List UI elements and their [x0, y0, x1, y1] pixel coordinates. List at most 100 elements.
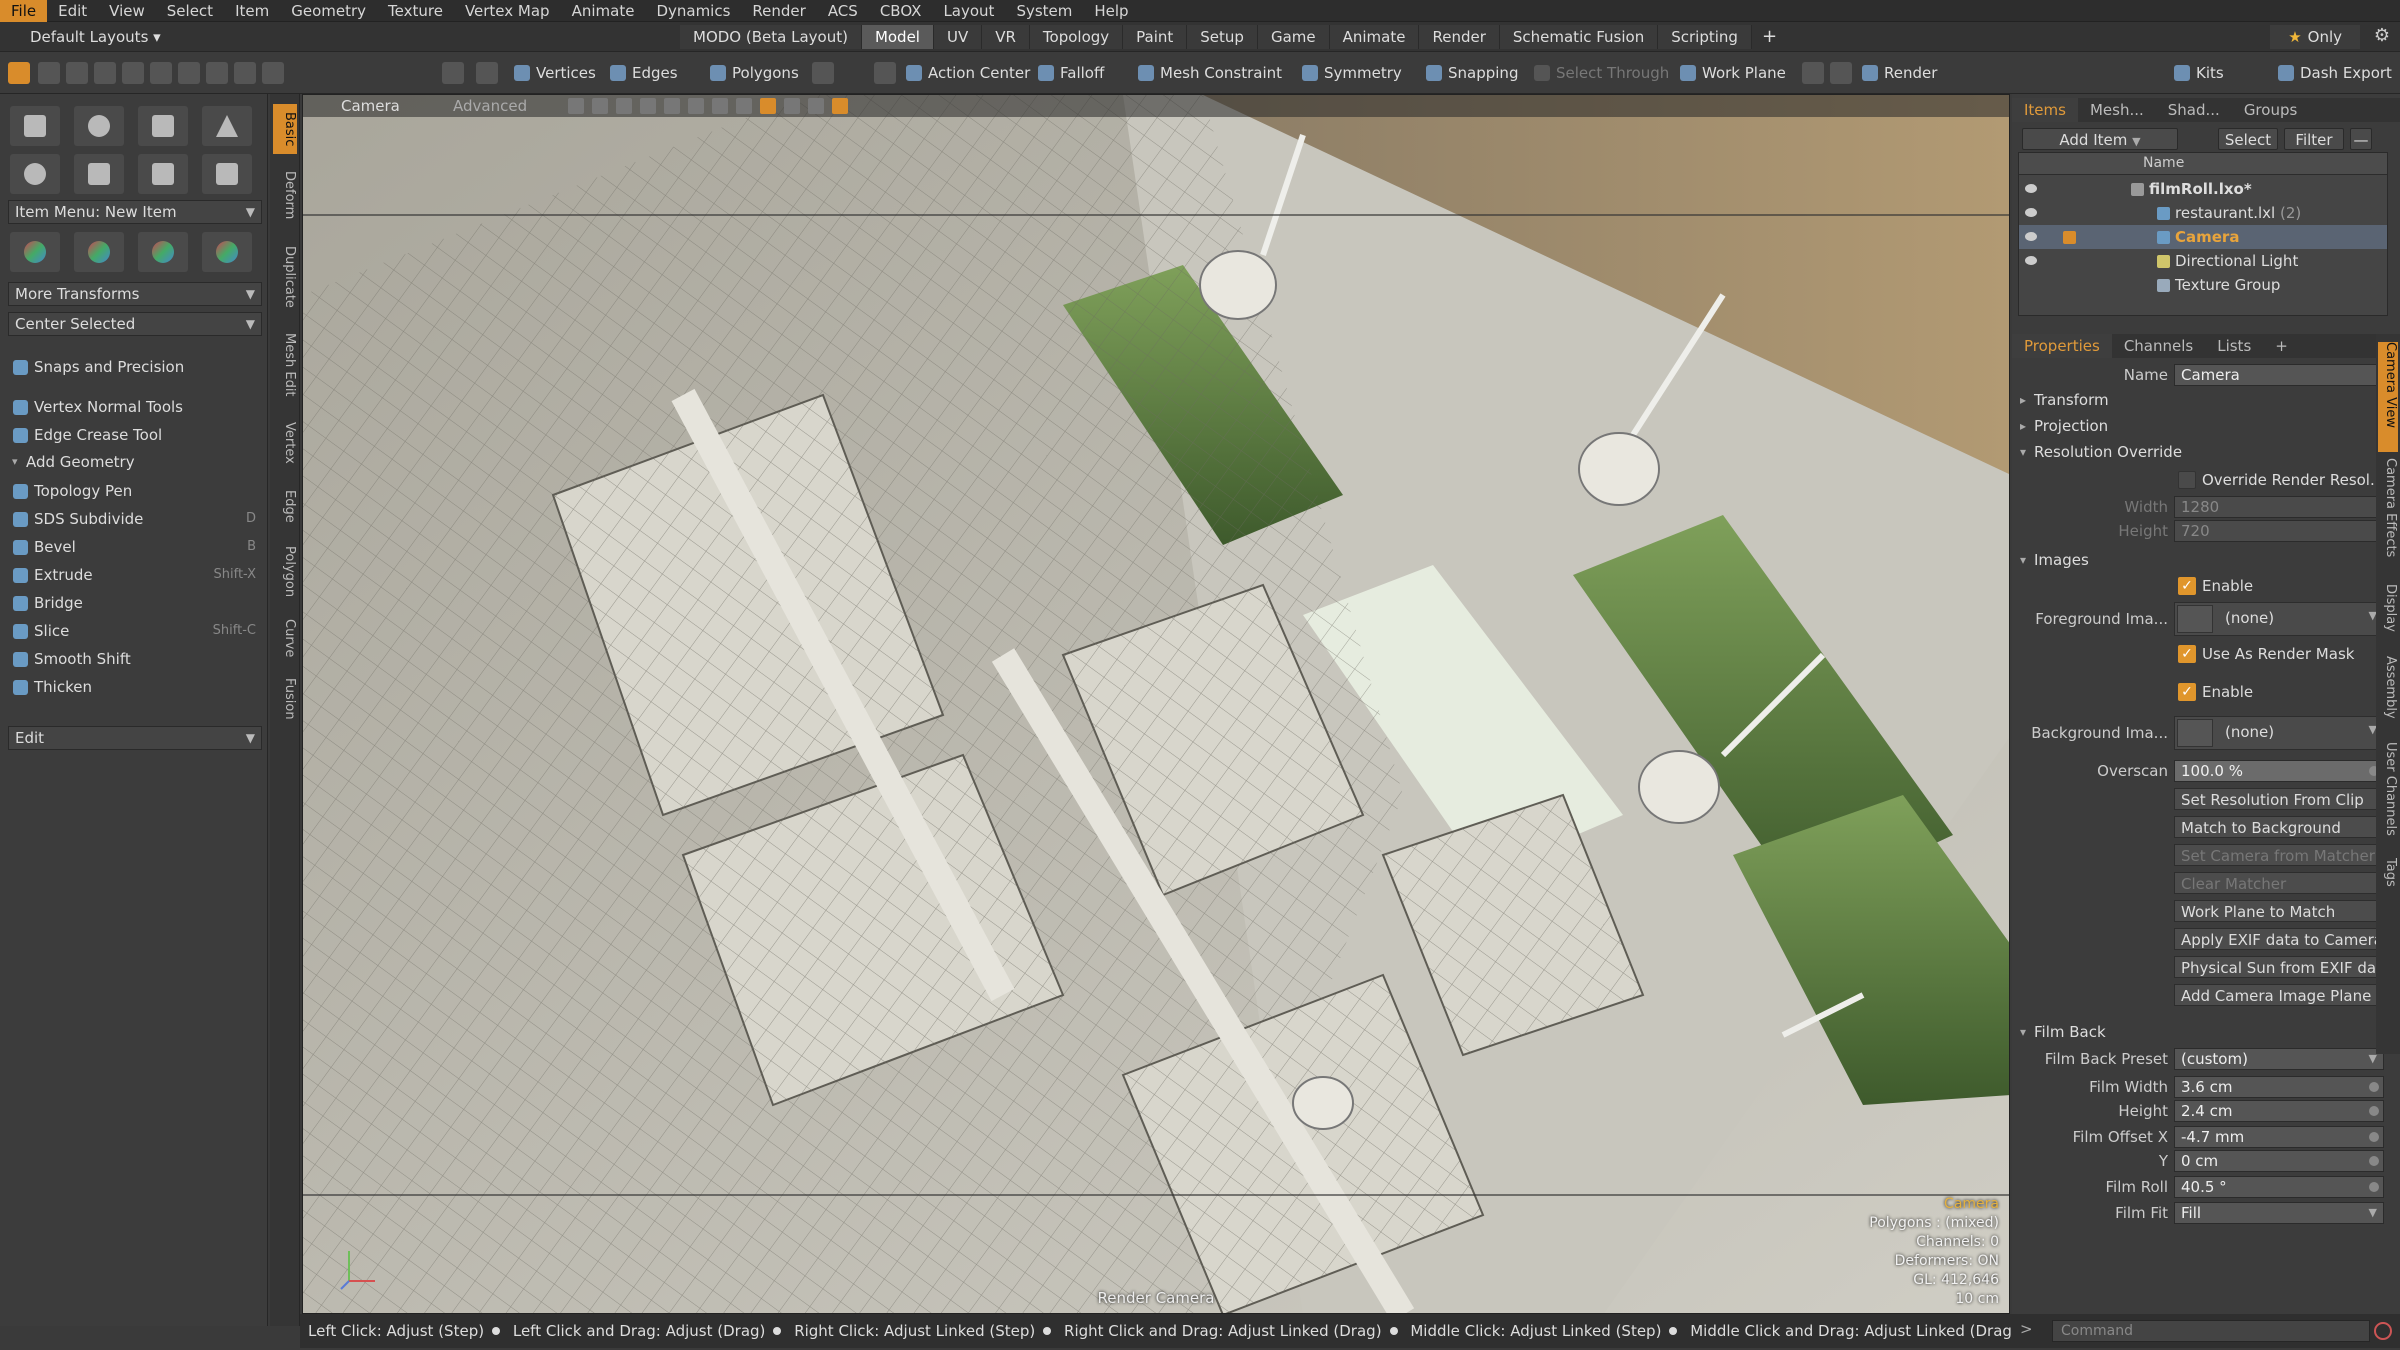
slice-button[interactable]: Slice Shift-C — [8, 618, 262, 644]
tab-items[interactable]: Items — [2012, 98, 2078, 122]
film-height-field[interactable]: 2.4 cm — [2174, 1100, 2384, 1122]
falloff-button[interactable]: Falloff — [1034, 61, 1112, 85]
tab-groups[interactable]: Groups — [2232, 98, 2309, 122]
eye-icon[interactable] — [2025, 184, 2037, 193]
materials-mode-icon[interactable] — [476, 62, 498, 84]
tab-lists[interactable]: Lists — [2205, 334, 2263, 358]
lasso-tool-icon[interactable] — [66, 62, 88, 84]
tab-mesh-ops[interactable]: Mesh... — [2078, 98, 2156, 122]
background-enable-checkbox[interactable]: ✓ Enable — [2174, 680, 2253, 704]
vtab-curve[interactable]: Curve — [273, 612, 297, 664]
vtab-user-channels[interactable]: User Channels — [2378, 742, 2398, 852]
only-toggle[interactable]: ★ Only — [2270, 25, 2360, 49]
kits-button[interactable]: Kits — [2170, 61, 2232, 85]
edge-crease-tool-button[interactable]: Edge Crease Tool — [8, 422, 262, 448]
vtab-assembly[interactable]: Assembly — [2378, 656, 2398, 736]
item-row-camera[interactable]: Camera — [2019, 225, 2387, 249]
smooth-shift-button[interactable]: Smooth Shift — [8, 646, 262, 672]
menu-file[interactable]: File — [0, 0, 48, 22]
layout-select[interactable]: Default Layouts ▾ — [30, 28, 180, 46]
sds-subdivide-button[interactable]: SDS Subdivide D — [8, 506, 262, 532]
select-tool-icon[interactable] — [8, 62, 30, 84]
foreground-image-select[interactable]: (none) ▼ — [2174, 602, 2384, 636]
snap-icon[interactable] — [1802, 62, 1824, 84]
clear-matcher-button[interactable]: Clear Matcher — [2174, 872, 2384, 894]
layout-tab-vr[interactable]: VR — [982, 25, 1030, 49]
menu-vertex-map[interactable]: Vertex Map — [454, 0, 561, 22]
film-width-field[interactable]: 3.6 cm — [2174, 1076, 2384, 1098]
add-camera-image-plane-button[interactable]: Add Camera Image Plane — [2174, 984, 2384, 1006]
wireframe-icon[interactable] — [592, 98, 608, 114]
items-mode-icon[interactable] — [442, 62, 464, 84]
menu-cbox[interactable]: CBOX — [869, 0, 933, 22]
vtab-camera-effects[interactable]: Camera Effects — [2378, 458, 2398, 578]
eye-icon[interactable] — [2025, 256, 2037, 265]
rotate-transform-button[interactable] — [74, 232, 124, 272]
add-geometry-header[interactable]: Add Geometry — [8, 450, 262, 474]
bounding-icon[interactable] — [234, 62, 256, 84]
set-resolution-from-clip-button[interactable]: Set Resolution From Clip — [2174, 788, 2384, 810]
layout-tab-uv[interactable]: UV — [933, 25, 983, 49]
layout-tab-render[interactable]: Render — [1419, 25, 1500, 49]
paint-select-icon[interactable] — [94, 62, 116, 84]
auto-select-icon[interactable] — [874, 62, 896, 84]
layout-tab-topology[interactable]: Topology — [1029, 25, 1124, 49]
overscan-field[interactable]: 100.0 % — [2174, 760, 2384, 782]
snap-grid-icon[interactable] — [178, 62, 200, 84]
item-row[interactable]: Directional Light — [2019, 249, 2387, 273]
vtab-tags[interactable]: Tags — [2378, 858, 2398, 908]
physical-sun-from-exif-button[interactable]: Physical Sun from EXIF data — [2174, 956, 2384, 978]
item-row[interactable]: filmRoll.lxo* — [2019, 177, 2387, 201]
menu-texture[interactable]: Texture — [377, 0, 454, 22]
select-button[interactable]: Select — [2218, 128, 2278, 150]
snapping-button[interactable]: Snapping — [1422, 61, 1526, 85]
tab-shader-tree[interactable]: Shad... — [2156, 98, 2232, 122]
menu-view[interactable]: View — [98, 0, 156, 22]
shaded-icon[interactable] — [616, 98, 632, 114]
element-move-icon[interactable] — [122, 62, 144, 84]
menu-layout[interactable]: Layout — [932, 0, 1005, 22]
snaps-and-precision-button[interactable]: Snaps and Precision — [8, 354, 262, 380]
background-image-select[interactable]: (none) ▼ — [2174, 716, 2384, 750]
menu-system[interactable]: System — [1005, 0, 1083, 22]
foreground-enable-checkbox[interactable]: ✓ Enable — [2174, 574, 2253, 598]
render-button[interactable]: Render — [1858, 61, 1945, 85]
cone-primitive-button[interactable] — [202, 106, 252, 146]
overlay-icon[interactable] — [808, 98, 824, 114]
vtab-edge[interactable]: Edge — [273, 480, 297, 532]
viewport-tab-advanced[interactable]: Advanced — [453, 97, 527, 115]
cube-primitive-button[interactable] — [10, 106, 60, 146]
resolution-override-section[interactable]: Resolution Override — [2020, 440, 2182, 464]
film-back-preset-select[interactable]: (custom) ▼ — [2174, 1048, 2384, 1070]
torus-primitive-button[interactable] — [10, 154, 60, 194]
use-as-render-mask-checkbox[interactable]: ✓ Use As Render Mask — [2174, 642, 2354, 666]
visibility-icon[interactable] — [760, 98, 776, 114]
symmetry-button[interactable]: Symmetry — [1298, 61, 1410, 85]
vtab-polygon[interactable]: Polygon — [273, 538, 297, 606]
render-preview-icon[interactable] — [832, 98, 848, 114]
vtab-vertex[interactable]: Vertex — [273, 412, 297, 474]
layout-tab-animate[interactable]: Animate — [1329, 25, 1420, 49]
sphere-primitive-button[interactable] — [74, 106, 124, 146]
mesh-constraint-button[interactable]: Mesh Constraint — [1134, 61, 1290, 85]
pivot-icon[interactable] — [262, 62, 284, 84]
tab-channels[interactable]: Channels — [2112, 334, 2205, 358]
menu-animate[interactable]: Animate — [561, 0, 646, 22]
images-section[interactable]: Images — [2020, 548, 2089, 572]
edges-mode-button[interactable]: Edges — [606, 61, 686, 85]
text-primitive-button[interactable] — [202, 154, 252, 194]
vtab-mesh-edit[interactable]: Mesh Edit — [273, 324, 297, 406]
menu-acs[interactable]: ACS — [817, 0, 869, 22]
extrude-button[interactable]: Extrude Shift-X — [8, 562, 262, 588]
layout-tab-schematic-fusion[interactable]: Schematic Fusion — [1499, 25, 1659, 49]
layout-tab-game[interactable]: Game — [1257, 25, 1330, 49]
layout-tab-scripting[interactable]: Scripting — [1658, 25, 1752, 49]
vtab-fusion[interactable]: Fusion — [273, 670, 297, 728]
vtab-display[interactable]: Display — [2378, 584, 2398, 650]
layout-tab-paint[interactable]: Paint — [1123, 25, 1188, 49]
capsule-primitive-button[interactable] — [74, 154, 124, 194]
3d-viewport[interactable]: Camera Advanced Render Camera Camera Pol… — [302, 94, 2010, 1314]
bevel-button[interactable]: Bevel B — [8, 534, 262, 560]
filter-button[interactable]: Filter — [2284, 128, 2344, 150]
layout-tab-setup[interactable]: Setup — [1187, 25, 1258, 49]
